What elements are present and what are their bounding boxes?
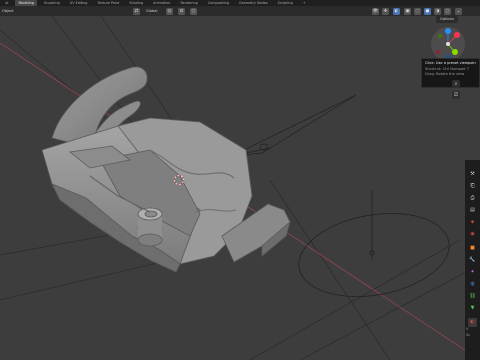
object-tab-icon[interactable]: ■ bbox=[468, 244, 477, 253]
mesh-object bbox=[41, 66, 291, 273]
tooltip-line-3: Drag: Rotate the view bbox=[425, 72, 465, 76]
gizmo-toggle-icon[interactable]: ✣ bbox=[382, 7, 389, 15]
viewpoint-tooltip: Click: Use a preset viewpoint Shortcut: … bbox=[421, 58, 480, 88]
pivot-icon[interactable]: ◎ bbox=[166, 7, 173, 15]
render-tab-icon[interactable]: ⎗ bbox=[468, 182, 477, 191]
output-tab-icon[interactable]: ⎙ bbox=[468, 194, 477, 203]
modifier-tab-icon[interactable]: 🔧 bbox=[468, 256, 477, 265]
gizmo-neg-y-icon bbox=[437, 33, 443, 39]
visibility-icon[interactable]: 👁 bbox=[372, 7, 379, 15]
proportional-edit-icon[interactable]: ○ bbox=[190, 7, 197, 15]
scene-tab-icon[interactable]: ◈ bbox=[468, 218, 477, 227]
shading-options-icon[interactable]: ⌄ bbox=[455, 7, 462, 15]
shading-wireframe-icon[interactable]: ◌ bbox=[414, 7, 421, 15]
tool-tab-icon[interactable]: ⚒ bbox=[468, 170, 477, 179]
viewport-header: Object ⇄ Global ◎ ⊡ ○ 👁 ✣ ◐ ▣ ◌ ● ◑ ○ ⌄ bbox=[0, 6, 480, 16]
gizmo-y-icon bbox=[452, 49, 458, 55]
snap-icon[interactable]: ⊡ bbox=[178, 7, 185, 15]
shading-material-icon[interactable]: ◑ bbox=[434, 7, 441, 15]
particles-tab-icon[interactable]: ✦ bbox=[468, 268, 477, 277]
magnifier-icon[interactable]: ⌕ bbox=[452, 80, 460, 88]
camera-object bbox=[231, 94, 357, 157]
xray-icon[interactable]: ▣ bbox=[404, 7, 411, 15]
camera-icon[interactable]: ⎚ bbox=[452, 91, 460, 99]
physics-tab-icon[interactable]: ◍ bbox=[468, 280, 477, 289]
tooltip-line-1: Click: Use a preset viewpoint bbox=[425, 61, 476, 65]
gizmo-z-icon bbox=[445, 28, 451, 34]
shading-solid-icon[interactable]: ● bbox=[424, 7, 431, 15]
options-dropdown[interactable]: Options bbox=[436, 16, 458, 23]
view-layer-tab-icon[interactable]: ▤ bbox=[468, 206, 477, 215]
data-tab-icon[interactable]: ▼ bbox=[468, 304, 477, 313]
constraints-tab-icon[interactable]: ⛓ bbox=[468, 292, 477, 301]
bottom-right-labels: V Sc bbox=[466, 326, 470, 338]
gizmo-neg-x-icon bbox=[435, 49, 441, 55]
bottom-label-2: Sc bbox=[466, 333, 471, 337]
world-tab-icon[interactable]: ◉ bbox=[468, 230, 477, 239]
gizmo-x-icon bbox=[454, 32, 460, 38]
3d-viewport[interactable] bbox=[0, 0, 480, 360]
transform-orientation-icon[interactable]: ⇄ bbox=[133, 7, 140, 15]
viewport-canvas bbox=[0, 0, 480, 360]
object-menu[interactable]: Object bbox=[2, 8, 14, 15]
transform-orientation-dropdown[interactable]: Global bbox=[143, 7, 161, 15]
overlays-icon[interactable]: ◐ bbox=[393, 7, 400, 15]
shading-rendered-icon[interactable]: ○ bbox=[444, 7, 451, 15]
